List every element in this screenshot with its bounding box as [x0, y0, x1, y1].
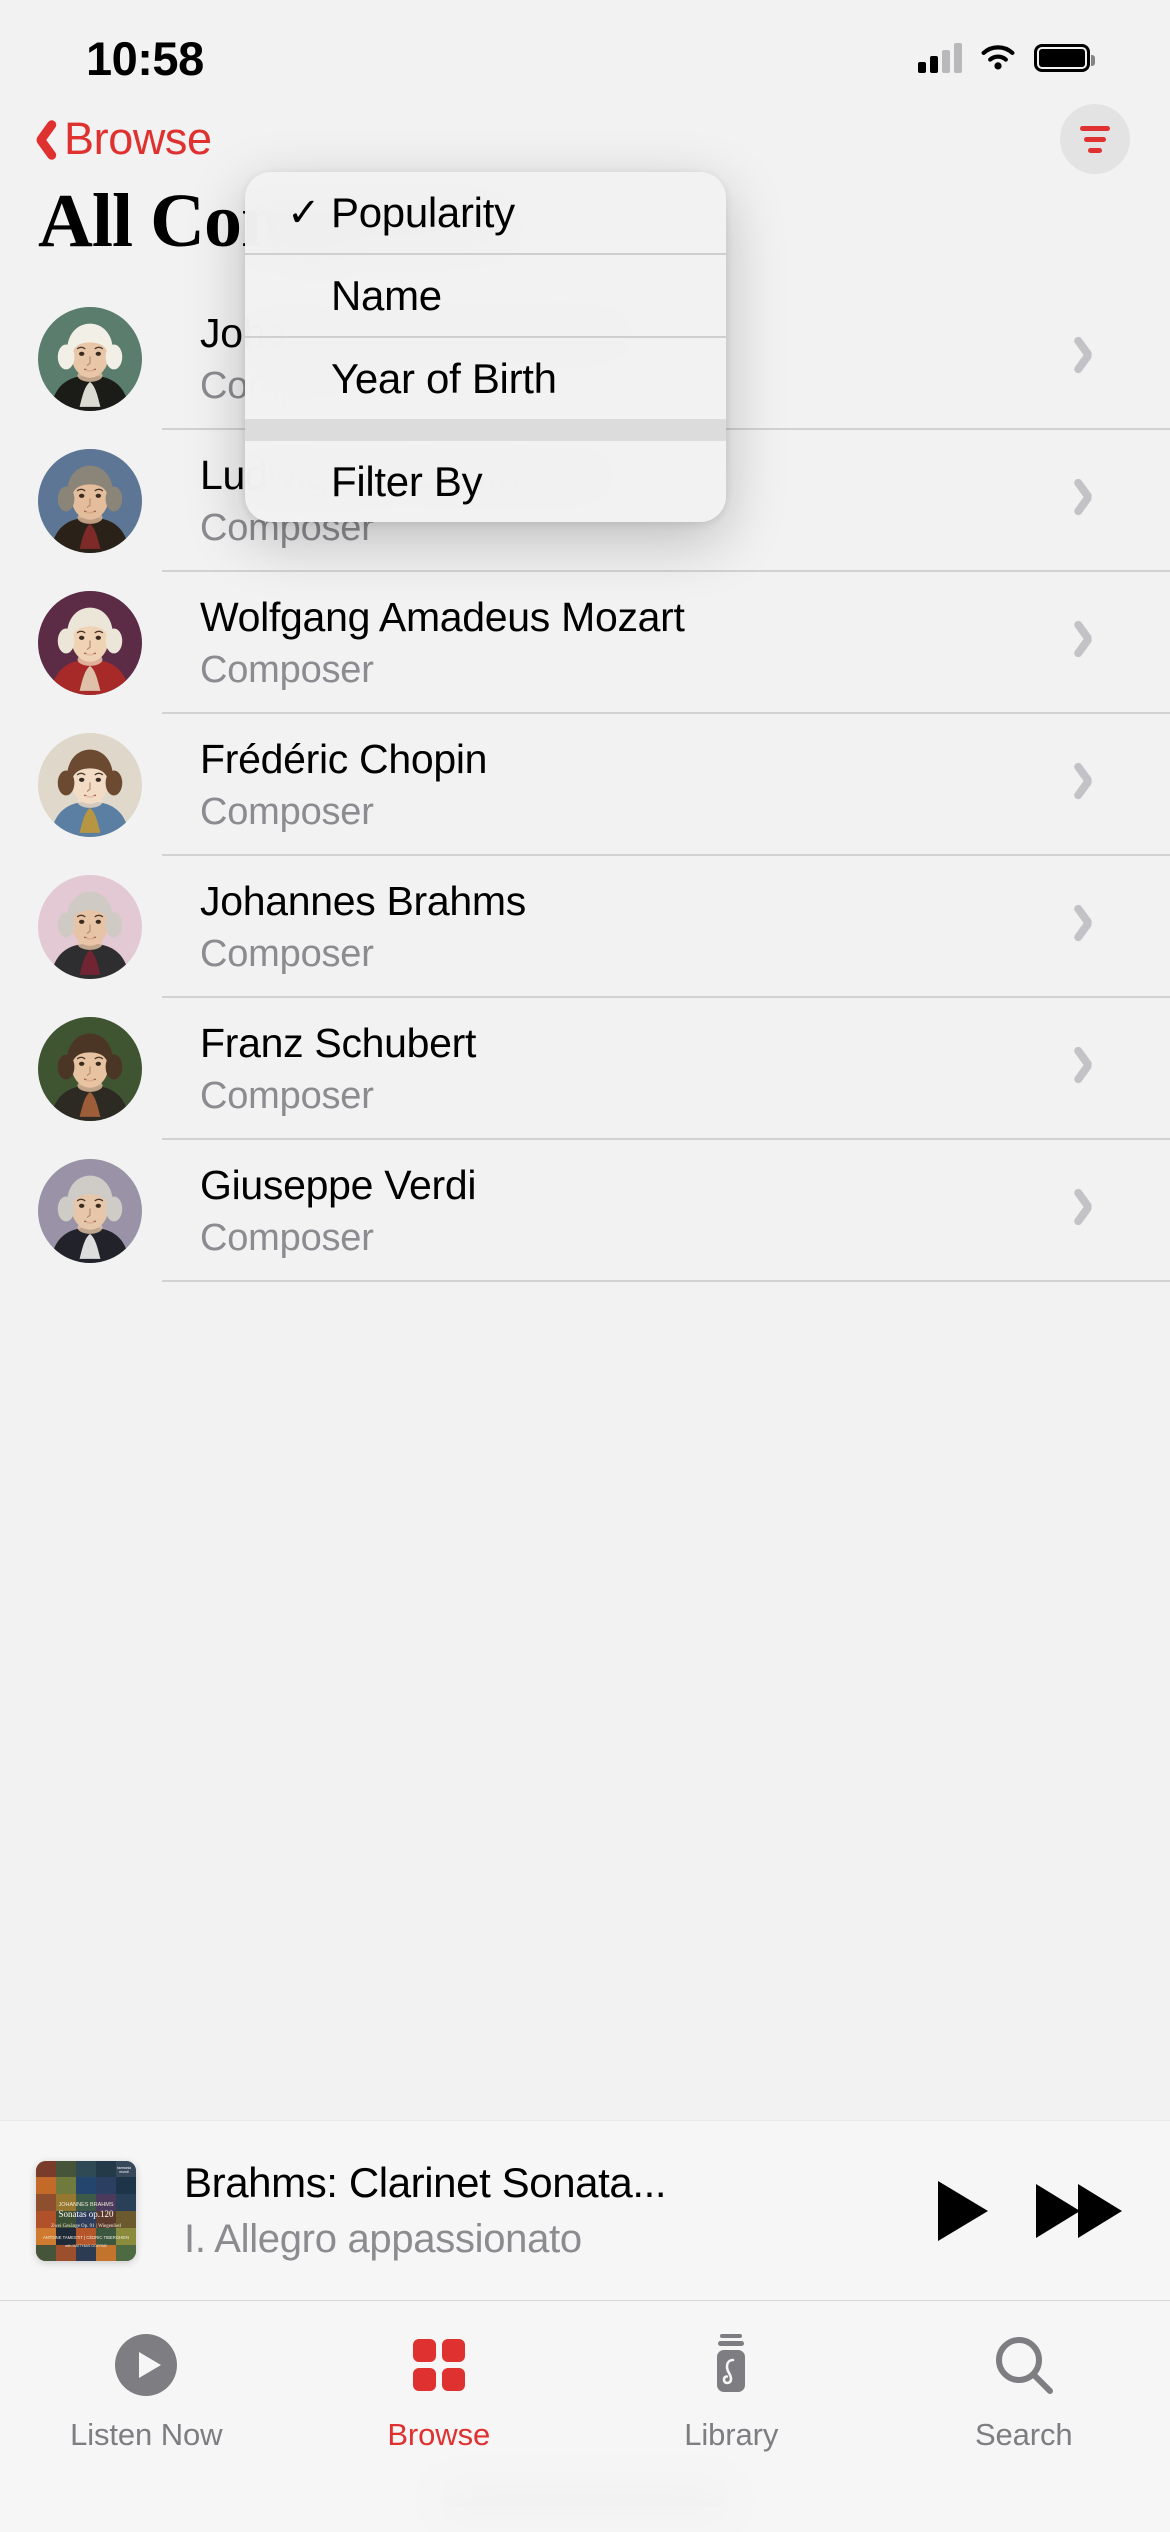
portrait-bach — [38, 307, 142, 411]
wifi-icon — [981, 45, 1015, 70]
composer-name: Frédéric Chopin — [200, 735, 488, 782]
player-controls — [934, 2179, 1126, 2243]
svg-text:mundi: mundi — [119, 2170, 128, 2174]
chevron-right-icon — [1072, 612, 1112, 674]
sort-filter-icon-line-1 — [1080, 125, 1110, 131]
composer-subtitle: Composer — [200, 1216, 374, 1259]
portrait-beethoven — [38, 449, 142, 553]
status-bar-indicators — [918, 43, 1095, 73]
tab-label: Search — [974, 2417, 1073, 2452]
sort-menu-popup[interactable]: ✓ Popularity Name Year of Birth Filter B… — [245, 172, 726, 522]
chevron-right-icon — [1072, 896, 1112, 958]
svg-text:with MATTHIAS GOERNE: with MATTHIAS GOERNE — [65, 2244, 107, 2248]
composer-row[interactable]: Frédéric Chopin Composer — [0, 714, 1170, 856]
menu-item-year-of-birth[interactable]: Year of Birth — [245, 338, 726, 419]
menu-item-name[interactable]: Name — [245, 255, 726, 336]
navigation-bar: Browse — [0, 100, 1170, 178]
play-circle-icon — [110, 2327, 182, 2403]
chevron-right-icon — [1072, 1038, 1112, 1100]
tab-library[interactable]: Library — [585, 2327, 878, 2453]
menu-section-separator — [245, 419, 726, 441]
chevron-right-icon — [1072, 328, 1112, 390]
composer-subtitle: Composer — [200, 932, 374, 975]
composer-row-text: Franz Schubert Composer — [200, 1019, 1072, 1120]
chevron-left-icon — [22, 115, 56, 163]
composer-row-text: Frédéric Chopin Composer — [200, 735, 1072, 836]
back-button-label: Browse — [64, 113, 212, 164]
tab-listen-now[interactable]: Listen Now — [0, 2327, 293, 2453]
portrait-mozart — [38, 591, 142, 695]
tab-label: Browse — [387, 2417, 491, 2452]
composer-subtitle: Composer — [200, 648, 374, 691]
composer-name: Johannes Brahms — [200, 877, 526, 924]
composer-name: Franz Schubert — [200, 1019, 477, 1066]
menu-item-label: Name — [331, 271, 442, 319]
composer-name: Wolfgang Amadeus Mozart — [200, 593, 685, 640]
play-icon[interactable] — [934, 2179, 990, 2243]
cellular-signal-icon — [918, 43, 962, 73]
tab-label: Library — [684, 2417, 779, 2452]
chevron-right-icon — [1072, 470, 1112, 532]
composer-row-text: Wolfgang Amadeus Mozart Composer — [200, 593, 1072, 694]
sort-filter-icon-line-3 — [1088, 147, 1102, 153]
portrait-verdi — [38, 1159, 142, 1263]
grid-squares-icon — [403, 2327, 475, 2403]
svg-text:JOHANNES BRAHMS: JOHANNES BRAHMS — [58, 2202, 113, 2208]
chevron-right-icon — [1072, 754, 1112, 816]
composer-row[interactable]: Giuseppe Verdi Composer — [0, 1140, 1170, 1282]
now-playing-text: Brahms: Clarinet Sonata... I. Allegro ap… — [184, 2157, 910, 2264]
composer-row[interactable]: Franz Schubert Composer — [0, 998, 1170, 1140]
composer-row-text: Johannes Brahms Composer — [200, 877, 1072, 978]
checkmark-icon: ✓ — [287, 190, 321, 235]
composer-subtitle: Composer — [200, 1074, 374, 1117]
menu-item-label: Filter By — [331, 457, 483, 505]
now-playing-subtitle: I. Allegro appassionato — [184, 2216, 582, 2261]
menu-item-label: Year of Birth — [331, 354, 557, 402]
composer-subtitle: Composer — [200, 790, 374, 833]
mini-player[interactable]: JOHANNES BRAHMS Sonatas op.120 Zwei Gesä… — [0, 2120, 1170, 2300]
menu-item-filter-by[interactable]: Filter By — [245, 441, 726, 522]
chevron-right-icon — [1072, 1180, 1112, 1242]
battery-icon — [1034, 44, 1095, 72]
menu-item-popularity[interactable]: ✓ Popularity — [245, 172, 726, 253]
fast-forward-icon[interactable] — [1036, 2179, 1126, 2243]
portrait-chopin — [38, 733, 142, 837]
svg-text:ANTOINE TAMESTIT | CÉDRIC TIBE: ANTOINE TAMESTIT | CÉDRIC TIBERGHIEN — [43, 2235, 129, 2240]
now-playing-title: Brahms: Clarinet Sonata... — [184, 2159, 667, 2207]
back-button[interactable]: Browse — [22, 113, 212, 165]
portrait-schubert — [38, 1017, 142, 1121]
composer-row-text: Giuseppe Verdi Composer — [200, 1161, 1072, 1262]
album-artwork-brahms-sonatas: JOHANNES BRAHMS Sonatas op.120 Zwei Gesä… — [36, 2160, 136, 2261]
composer-row[interactable]: Wolfgang Amadeus Mozart Composer — [0, 572, 1170, 714]
composer-name: Giuseppe Verdi — [200, 1161, 477, 1208]
svg-text:Sonatas op.120: Sonatas op.120 — [59, 2209, 114, 2219]
sort-filter-icon-line-2 — [1084, 136, 1106, 142]
tab-browse[interactable]: Browse — [293, 2327, 586, 2453]
library-jar-icon — [695, 2327, 767, 2403]
menu-item-label: Popularity — [331, 188, 515, 236]
composer-row[interactable]: Johannes Brahms Composer — [0, 856, 1170, 998]
status-bar-time: 10:58 — [86, 31, 204, 85]
tab-search[interactable]: Search — [878, 2327, 1170, 2453]
row-divider — [162, 1280, 1170, 1282]
portrait-brahms — [38, 875, 142, 979]
tab-bar: Listen Now Browse Library Search — [0, 2300, 1170, 2532]
status-bar: 10:58 — [0, 0, 1170, 100]
tab-label: Listen Now — [70, 2417, 223, 2452]
sort-filter-button[interactable] — [1060, 104, 1130, 174]
search-icon — [988, 2327, 1060, 2403]
svg-text:Zwei Gesänge Op. 91 | Wiegenli: Zwei Gesänge Op. 91 | Wiegenlied — [51, 2224, 121, 2229]
